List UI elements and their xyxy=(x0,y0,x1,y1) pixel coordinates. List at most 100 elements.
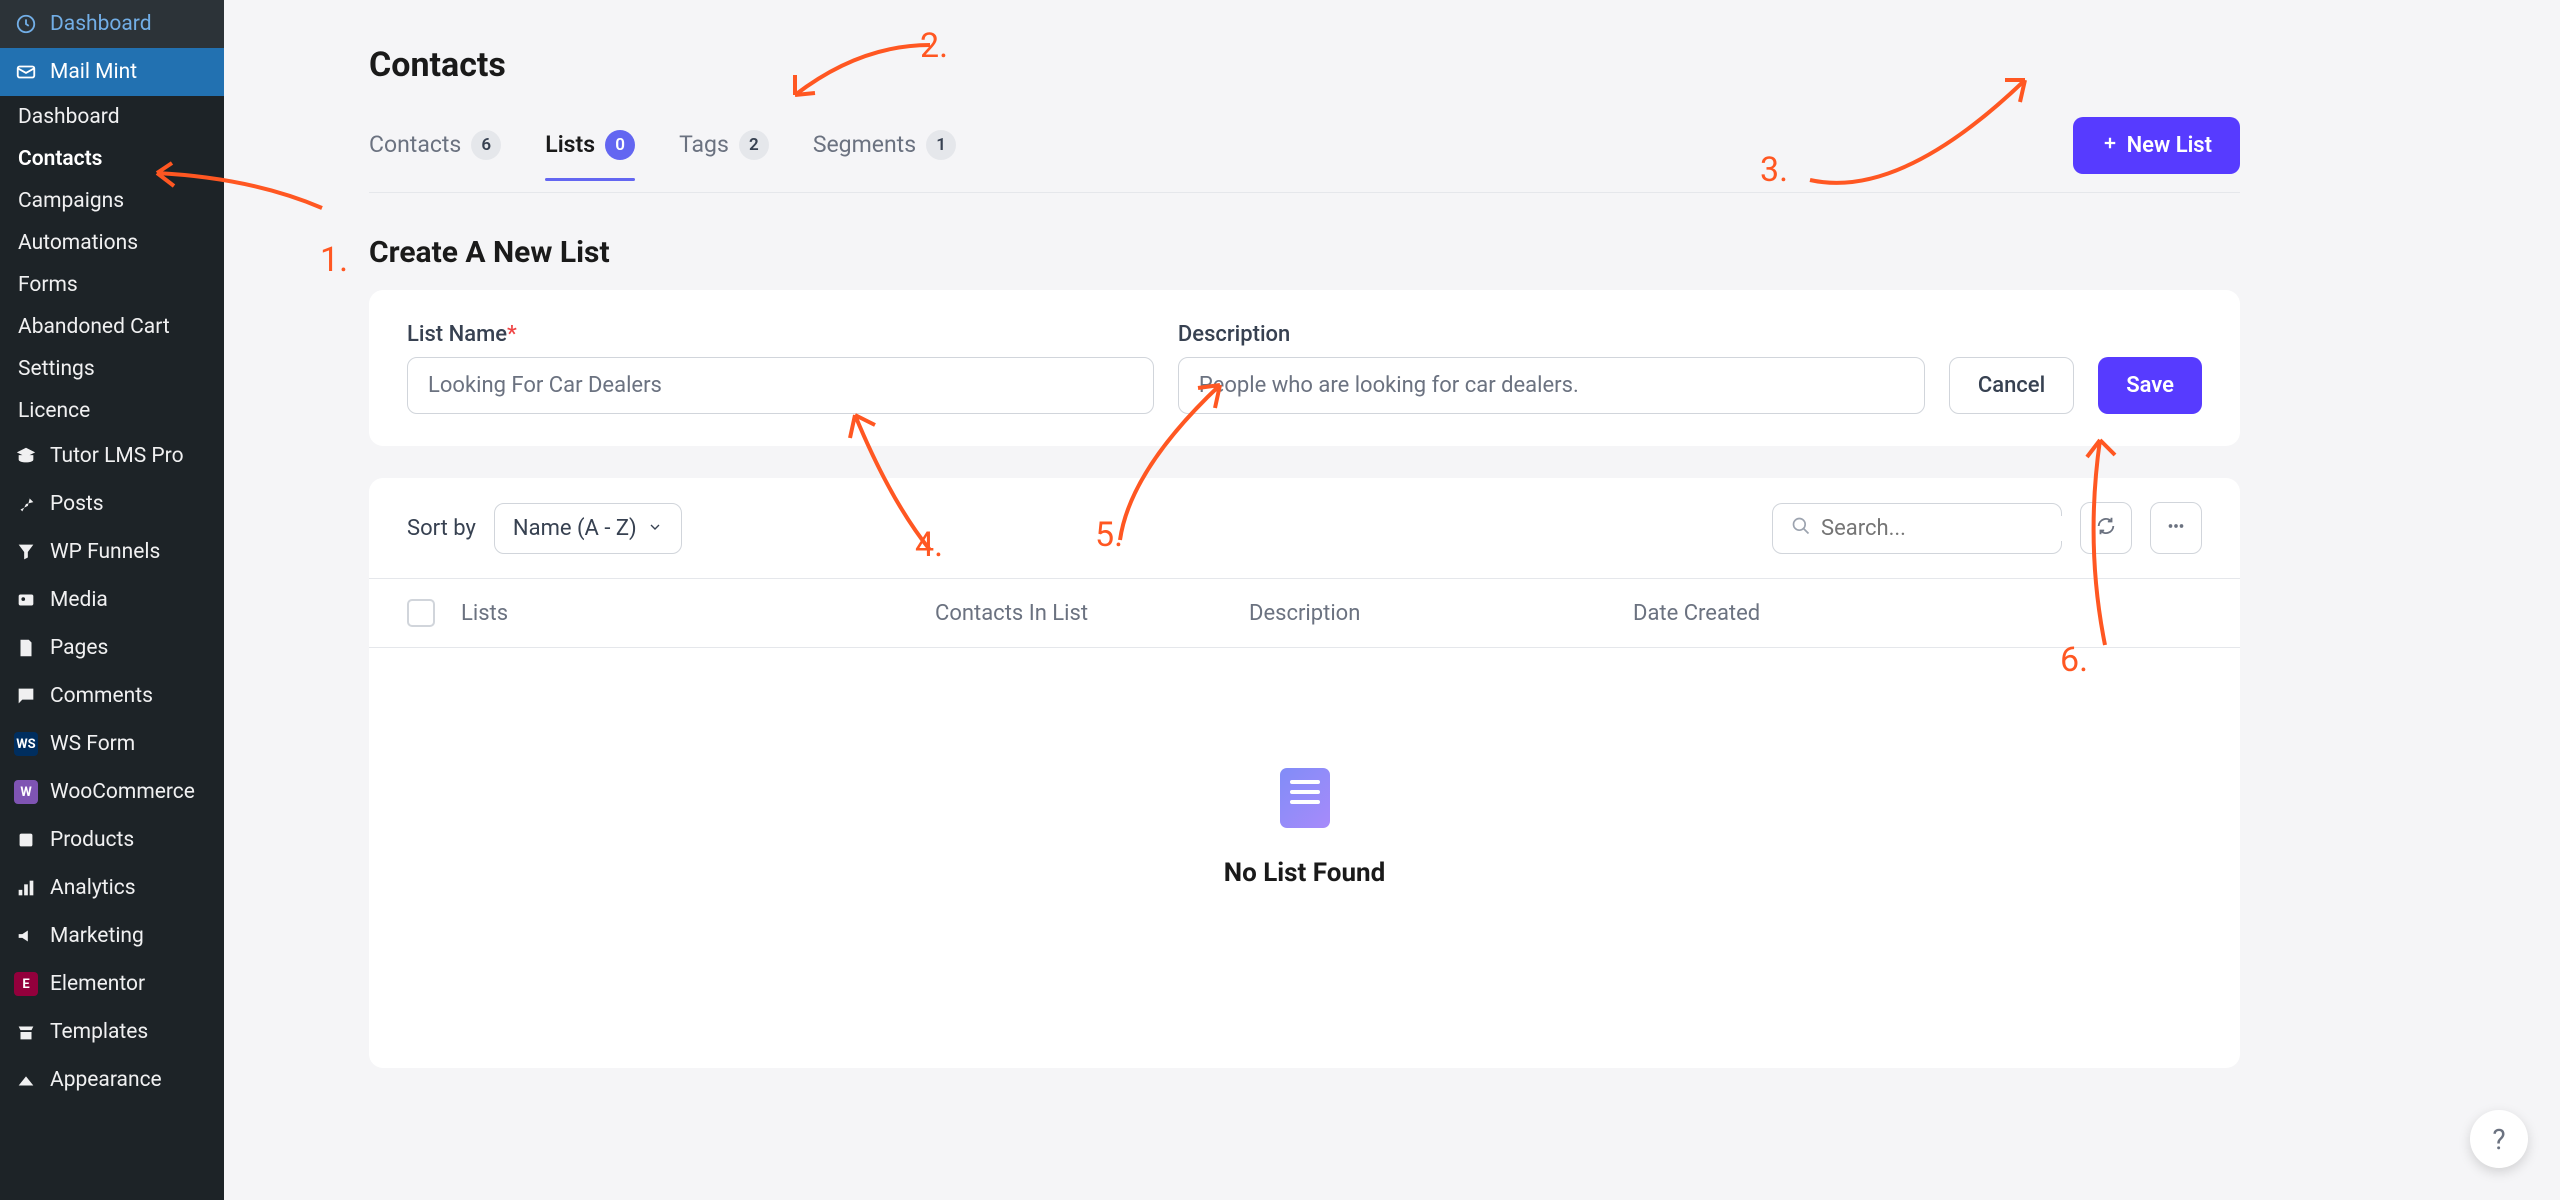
sidebar-item-posts[interactable]: Posts xyxy=(0,480,224,528)
sidebar-item-label: WP Funnels xyxy=(50,540,160,564)
sidebar-item-media[interactable]: Media xyxy=(0,576,224,624)
sidebar-item-label: Media xyxy=(50,588,108,612)
sort-select[interactable]: Name (A - Z) xyxy=(494,503,682,554)
sidebar-sub-forms[interactable]: Forms xyxy=(0,264,224,306)
woo-badge-icon: W xyxy=(14,780,38,804)
description-input[interactable] xyxy=(1178,357,1925,414)
form-row: List Name* Description Cancel Save xyxy=(407,322,2202,414)
tab-tags[interactable]: Tags 2 xyxy=(679,130,769,180)
help-button[interactable]: ? xyxy=(2470,1110,2528,1168)
sidebar-item-analytics[interactable]: Analytics xyxy=(0,864,224,912)
search-input[interactable] xyxy=(1821,516,2099,541)
sidebar-item-appearance[interactable]: Appearance xyxy=(0,1056,224,1104)
tab-label: Contacts xyxy=(369,131,461,158)
mail-icon xyxy=(14,60,38,84)
new-list-button[interactable]: New List xyxy=(2073,117,2240,174)
tab-badge: 1 xyxy=(926,130,956,160)
empty-state: No List Found xyxy=(369,648,2240,1068)
tab-badge: 6 xyxy=(471,130,501,160)
sidebar-item-label: WooCommerce xyxy=(50,780,195,804)
tabs-row: Contacts 6 Lists 0 Tags 2 Segments 1 New… xyxy=(369,117,2240,193)
sidebar-sub-contacts[interactable]: Contacts xyxy=(0,138,224,180)
list-name-field: List Name* xyxy=(407,322,1154,414)
sidebar-item-elementor[interactable]: E Elementor xyxy=(0,960,224,1008)
save-button[interactable]: Save xyxy=(2098,357,2202,414)
new-list-label: New List xyxy=(2127,133,2212,158)
sidebar-item-wsform[interactable]: WS WS Form xyxy=(0,720,224,768)
elementor-badge-icon: E xyxy=(14,972,38,996)
list-name-input[interactable] xyxy=(407,357,1154,414)
sidebar-sub-licence[interactable]: Licence xyxy=(0,390,224,432)
tab-badge: 0 xyxy=(605,130,635,160)
help-icon: ? xyxy=(2492,1123,2505,1156)
list-name-label: List Name* xyxy=(407,322,1154,347)
sidebar-sub-settings[interactable]: Settings xyxy=(0,348,224,390)
search-icon xyxy=(1791,516,1811,540)
sidebar-item-mail-mint[interactable]: Mail Mint xyxy=(0,48,224,96)
sort-label: Sort by xyxy=(407,516,476,541)
main-content: Contacts Contacts 6 Lists 0 Tags 2 Segme… xyxy=(224,0,2560,1200)
ws-badge-icon: WS xyxy=(14,732,38,756)
create-list-title: Create A New List xyxy=(369,235,2240,270)
sidebar-sub-campaigns[interactable]: Campaigns xyxy=(0,180,224,222)
tab-lists[interactable]: Lists 0 xyxy=(545,130,635,180)
search-box[interactable] xyxy=(1772,503,2062,554)
sidebar-item-dashboard[interactable]: Dashboard xyxy=(0,0,224,48)
sidebar-sub-dashboard[interactable]: Dashboard xyxy=(0,96,224,138)
tab-contacts[interactable]: Contacts 6 xyxy=(369,130,501,180)
sidebar-item-templates[interactable]: Templates xyxy=(0,1008,224,1056)
page-icon xyxy=(14,636,38,660)
refresh-button[interactable] xyxy=(2080,502,2132,554)
sidebar-item-comments[interactable]: Comments xyxy=(0,672,224,720)
analytics-icon xyxy=(14,876,38,900)
sidebar-item-marketing[interactable]: Marketing xyxy=(0,912,224,960)
tab-label: Tags xyxy=(679,131,729,158)
description-field: Description xyxy=(1178,322,1925,414)
sidebar-item-label: WS Form xyxy=(50,732,135,756)
marketing-icon xyxy=(14,924,38,948)
pin-icon xyxy=(14,492,38,516)
th-lists: Lists xyxy=(461,601,911,626)
sidebar-item-label: Appearance xyxy=(50,1068,162,1092)
graduation-icon xyxy=(14,444,38,468)
sidebar-sub-abandoned-cart[interactable]: Abandoned Cart xyxy=(0,306,224,348)
description-label: Description xyxy=(1178,322,1925,347)
sidebar-item-label: Marketing xyxy=(50,924,144,948)
sidebar-item-label: Templates xyxy=(50,1020,148,1044)
sidebar-item-label: Comments xyxy=(50,684,153,708)
plus-icon xyxy=(2101,133,2119,158)
sidebar-sub-automations[interactable]: Automations xyxy=(0,222,224,264)
required-marker: * xyxy=(507,322,517,347)
sort-value: Name (A - Z) xyxy=(513,516,637,541)
sidebar-item-products[interactable]: Products xyxy=(0,816,224,864)
tab-label: Lists xyxy=(545,131,595,158)
table-header: Lists Contacts In List Description Date … xyxy=(369,578,2240,648)
sidebar-item-funnels[interactable]: WP Funnels xyxy=(0,528,224,576)
sidebar: Dashboard Mail Mint Dashboard Contacts C… xyxy=(0,0,224,1200)
media-icon xyxy=(14,588,38,612)
tab-label: Segments xyxy=(813,131,916,158)
th-contacts: Contacts In List xyxy=(935,601,1225,626)
dashboard-icon xyxy=(14,12,38,36)
refresh-icon xyxy=(2095,515,2117,541)
sidebar-item-label: Products xyxy=(50,828,134,852)
templates-icon xyxy=(14,1020,38,1044)
sidebar-item-woocommerce[interactable]: W WooCommerce xyxy=(0,768,224,816)
sidebar-item-label: Posts xyxy=(50,492,104,516)
th-description: Description xyxy=(1249,601,1609,626)
tab-segments[interactable]: Segments 1 xyxy=(813,130,956,180)
table-toolbar: Sort by Name (A - Z) xyxy=(369,478,2240,578)
table-card: Sort by Name (A - Z) Lists Contacts In L… xyxy=(369,478,2240,1068)
more-button[interactable] xyxy=(2150,502,2202,554)
empty-list-icon xyxy=(1280,768,1330,828)
tab-list: Contacts 6 Lists 0 Tags 2 Segments 1 xyxy=(369,130,2073,180)
th-date: Date Created xyxy=(1633,601,2202,626)
cancel-button[interactable]: Cancel xyxy=(1949,357,2074,414)
select-all-checkbox[interactable] xyxy=(407,599,435,627)
comment-icon xyxy=(14,684,38,708)
tab-badge: 2 xyxy=(739,130,769,160)
sidebar-item-label: Elementor xyxy=(50,972,145,996)
sidebar-item-tutor[interactable]: Tutor LMS Pro xyxy=(0,432,224,480)
sidebar-item-pages[interactable]: Pages xyxy=(0,624,224,672)
empty-text: No List Found xyxy=(1224,858,1386,888)
